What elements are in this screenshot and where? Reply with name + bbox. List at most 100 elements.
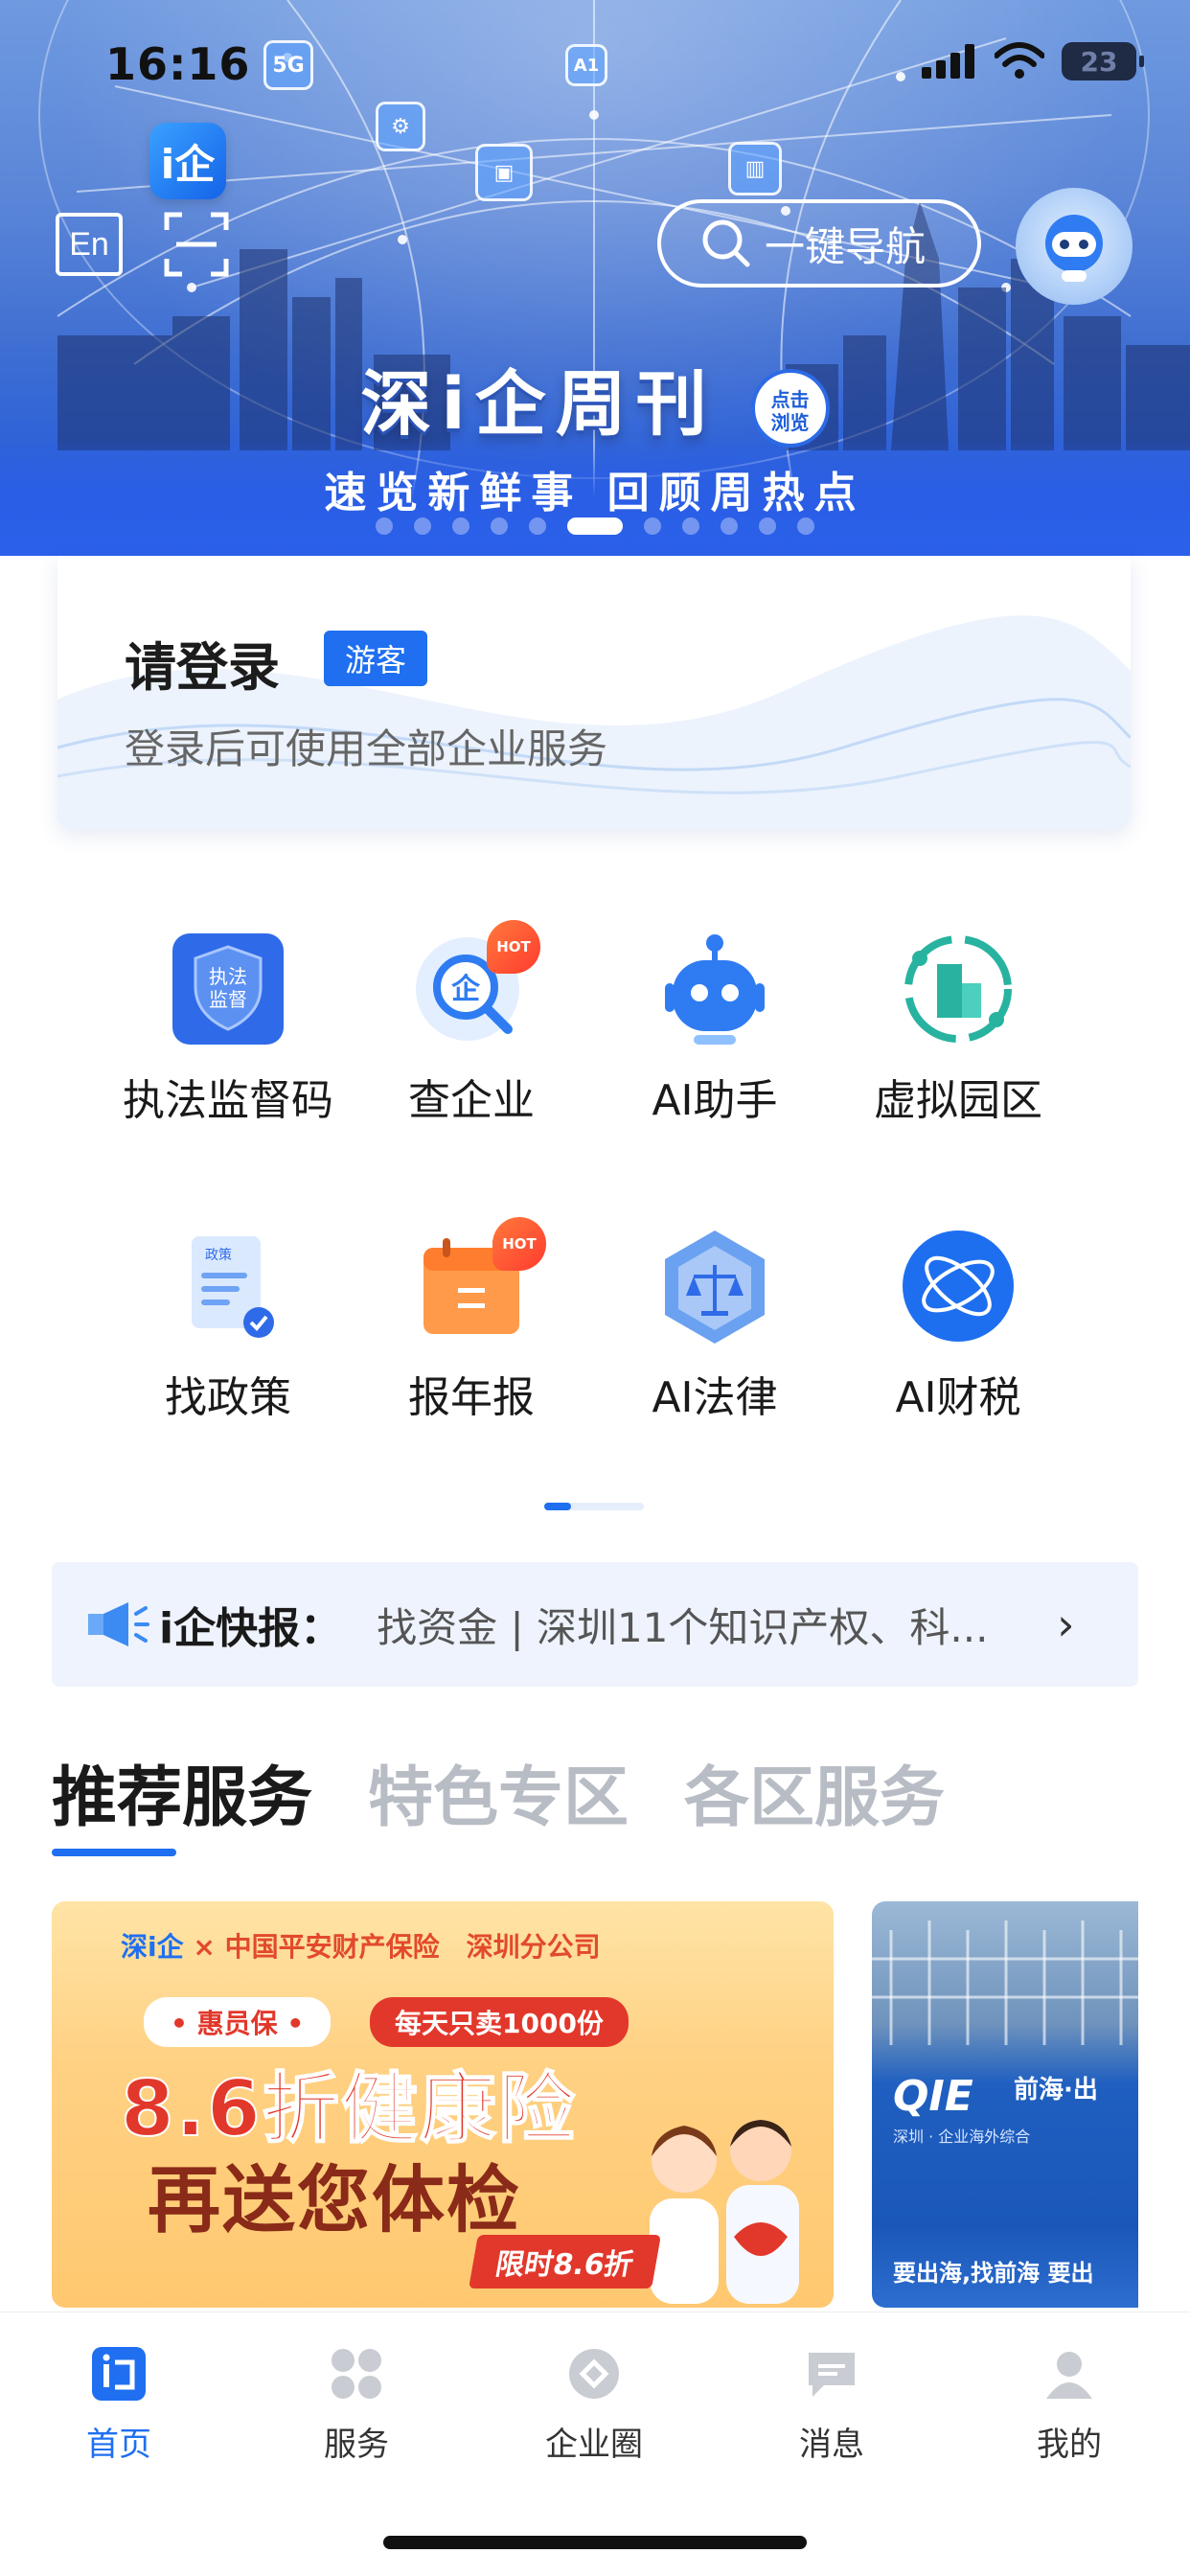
ai-robot-avatar-button[interactable] (1016, 188, 1133, 305)
scan-icon[interactable] (163, 211, 230, 278)
carousel-dot[interactable] (759, 518, 776, 535)
hero-banner[interactable]: 5G A1 ⚙ ▣ ▥ 16:16 23 i企 En 一键导航 深i企周刊 点击… (0, 0, 1190, 556)
banner-title-text: 深i企周刊 (360, 363, 717, 446)
promo-pill-daily-limit: 每天只卖1000份 (370, 1997, 629, 2047)
hot-badge: HOT (492, 1217, 546, 1271)
banner-subtitle: 速览新鲜事 回顾周热点 (324, 469, 866, 518)
quick-nav-search-button[interactable]: 一键导航 (657, 199, 981, 288)
service-ai-tax[interactable]: AI财税 (814, 1198, 1102, 1447)
chevron-right-icon[interactable]: › (1057, 1598, 1074, 1650)
search-label: 一键导航 (765, 222, 927, 270)
service-virtual-park[interactable]: 虚拟园区 (814, 901, 1102, 1150)
tabbar-label: 企业圈 (545, 2426, 643, 2464)
wifi-icon (995, 42, 1044, 79)
tabbar-label: 消息 (799, 2426, 864, 2464)
tab-district-services[interactable]: 各区服务 (684, 1744, 945, 1856)
tabbar-label: 服务 (324, 2426, 389, 2464)
factory-icon: ▥ (728, 142, 782, 196)
service-label: 虚拟园区 (874, 1076, 1042, 1125)
banner-title: 深i企周刊 点击 浏览 (0, 347, 1190, 449)
carousel-dot[interactable] (682, 518, 699, 535)
ai-law-scale-icon (665, 1230, 765, 1344)
svg-text:监督: 监督 (209, 988, 247, 1011)
tabbar-services[interactable]: 服务 (238, 2345, 475, 2465)
promo-brand-line: 深i企 × 中国平安财产保险 深圳分公司 (121, 1926, 601, 1965)
tabbar-enterprise-circle[interactable]: 企业圈 (475, 2345, 713, 2465)
carousel-dot[interactable] (414, 518, 431, 535)
qianhai-subtitle: 深圳 · 企业海外综合 (893, 2128, 1031, 2146)
robot-face-icon (1045, 215, 1103, 282)
tabbar-label: 我的 (1037, 2426, 1102, 2464)
home-indicator (383, 2536, 807, 2549)
tabbar-profile[interactable]: 我的 (950, 2345, 1188, 2465)
carousel-dot[interactable] (721, 518, 738, 535)
car-icon: ▣ (475, 144, 533, 201)
brand-left: 深i企 (121, 1931, 184, 1963)
section-tabs: 推荐服务 特色专区 各区服务 (52, 1744, 945, 1856)
carousel-dot[interactable] (644, 518, 661, 535)
law-supervision-code-icon: 执法 监督 (172, 933, 284, 1045)
policy-document-icon: 政策 (192, 1236, 274, 1338)
services-grid-icon (332, 2349, 381, 2399)
promo-pill-plan: • 惠员保 • (144, 1997, 332, 2047)
news-ticker[interactable]: i企快报： 找资金 | 深圳11个知识产权、科... › (52, 1562, 1138, 1687)
promo-card-health-insurance[interactable]: 深i企 × 中国平安财产保险 深圳分公司 • 惠员保 • 每天只卖1000份 8… (52, 1901, 834, 2308)
qianhai-name: 前海·出 (1014, 2076, 1098, 2104)
profile-person-icon (1046, 2352, 1092, 2399)
carousel-dot[interactable] (491, 518, 508, 535)
login-title[interactable]: 请登录 (125, 625, 280, 701)
status-time: 16:16 (105, 38, 251, 90)
tabbar-label: 首页 (86, 2426, 151, 2464)
tab-recommended-services[interactable]: 推荐服务 (52, 1744, 312, 1856)
news-tag: i企快报： (159, 1604, 343, 1653)
battery-icon: 23 (1062, 42, 1144, 80)
bubble-line1: 点击 (770, 388, 810, 412)
svg-text:执法: 执法 (209, 965, 247, 988)
virtual-park-icon (904, 935, 1012, 1043)
status-indicators: 23 (922, 42, 1144, 80)
search-icon (702, 219, 750, 267)
news-headline[interactable]: 找资金 | 深圳11个知识产权、科... (377, 1596, 1038, 1654)
brand-x: × (193, 1931, 216, 1963)
brand-right: 中国平安财产保险 深圳分公司 (224, 1931, 601, 1963)
ai-robot-icon (665, 934, 765, 1045)
promo-headline-2: 再送您体检 (148, 2157, 521, 2242)
cellular-signal-icon (922, 44, 974, 79)
app-logo: i企 (149, 123, 226, 199)
qianhai-slogan: 要出海,找前海 要出 (893, 2260, 1094, 2287)
tabbar-messages[interactable]: 消息 (713, 2345, 950, 2465)
megaphone-icon (88, 1602, 149, 1646)
grid-page-indicator (544, 1503, 644, 1510)
carousel-dot[interactable] (452, 518, 469, 535)
login-subtitle: 登录后可使用全部企业服务 (125, 725, 608, 772)
message-bubble-icon (809, 2353, 855, 2397)
badge-5g-icon: 5G (263, 40, 313, 90)
home-i-icon (92, 2347, 146, 2401)
carousel-dots[interactable] (0, 518, 1190, 535)
service-label: AI财税 (895, 1373, 1021, 1422)
qie-logo: QIE (893, 2072, 973, 2121)
carousel-dot[interactable] (376, 518, 393, 535)
promo-limited-tag: 限时8.6折 (469, 2235, 662, 2288)
port-cranes-graphic (872, 1920, 1138, 2045)
login-card[interactable]: 请登录 游客 登录后可使用全部企业服务 (57, 556, 1131, 830)
hot-badge: HOT (487, 920, 540, 974)
ai-tax-orbit-icon (903, 1230, 1014, 1342)
page-indicator-active (544, 1503, 571, 1510)
click-browse-bubble[interactable]: 点击 浏览 (750, 369, 830, 448)
promo-carousel[interactable]: 深i企 × 中国平安财产保险 深圳分公司 • 惠员保 • 每天只卖1000份 8… (52, 1901, 1138, 2308)
language-switch-button[interactable]: En (56, 213, 123, 276)
enterprise-circle-icon (569, 2349, 619, 2399)
bubble-line2: 浏览 (770, 411, 810, 435)
carousel-dot-active[interactable] (567, 518, 623, 535)
promo-card-qianhai[interactable]: QIE 前海·出 深圳 · 企业海外综合 要出海,找前海 要出 (872, 1901, 1138, 2308)
tab-featured-zone[interactable]: 特色专区 (368, 1744, 629, 1856)
guest-badge: 游客 (324, 631, 427, 686)
svg-text:企: 企 (451, 973, 481, 1006)
carousel-dot[interactable] (797, 518, 814, 535)
carousel-dot[interactable] (529, 518, 546, 535)
svg-text:政策: 政策 (205, 1247, 232, 1263)
doctors-illustration (650, 2120, 799, 2304)
badge-a1-icon: A1 (565, 44, 607, 86)
tabbar-home[interactable]: 首页 (0, 2345, 238, 2465)
